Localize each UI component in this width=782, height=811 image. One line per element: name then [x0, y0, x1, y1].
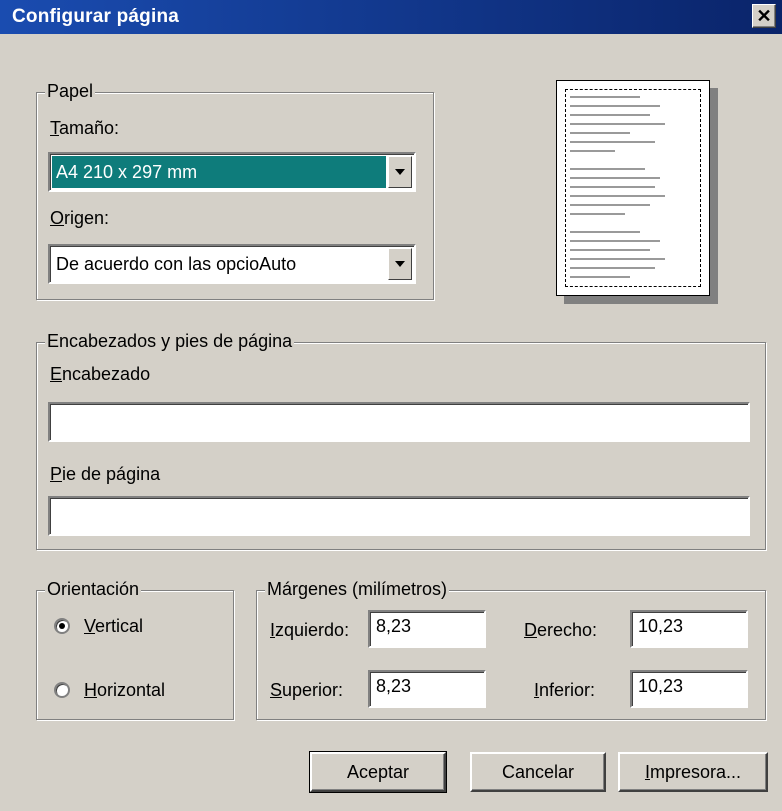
headers-legend: Encabezados y pies de página: [45, 331, 295, 352]
chevron-down-icon: [395, 169, 405, 175]
margins-legend: Márgenes (milímetros): [265, 579, 450, 600]
radio-selected-dot: [59, 623, 65, 629]
orientation-legend: Orientación: [45, 579, 142, 600]
ok-button[interactable]: Aceptar: [309, 751, 447, 793]
preview-text-line: [570, 195, 665, 197]
top-margin-input[interactable]: 8,23: [368, 670, 486, 708]
paper-source-select[interactable]: De acuerdo con las opcioAuto: [48, 244, 416, 284]
paper-legend: Papel: [45, 81, 96, 102]
preview-text-line: [570, 141, 655, 143]
preview-text-line: [570, 186, 655, 188]
paper-source-value: De acuerdo con las opcioAuto: [56, 254, 297, 274]
preview-text-line: [570, 276, 630, 278]
preview-text-line: [570, 213, 625, 215]
paper-size-value: A4 210 x 297 mm: [52, 156, 386, 188]
printer-button[interactable]: Impresora...: [618, 752, 768, 792]
page-preview: [556, 80, 710, 296]
right-margin-input[interactable]: 10,23: [630, 610, 748, 648]
right-margin-label: Derecho:: [524, 620, 598, 640]
preview-text-line: [570, 123, 665, 125]
preview-text-line: [570, 258, 665, 260]
horizontal-label[interactable]: Horizontal: [84, 680, 165, 701]
left-margin-label: Izquierdo:: [270, 620, 350, 640]
paper-source-dropdown-button[interactable]: [388, 248, 412, 280]
preview-text-line: [570, 96, 640, 98]
source-label: Origen:: [50, 208, 110, 228]
preview-text-line: [570, 231, 640, 233]
footer-label: Pie de página: [50, 464, 161, 484]
preview-text-line: [570, 114, 650, 116]
printer-button-label: Impresora...: [644, 761, 742, 782]
preview-text-line: [570, 150, 615, 152]
close-icon: ✕: [756, 6, 772, 26]
preview-text-line: [570, 267, 655, 269]
vertical-radio[interactable]: [54, 618, 70, 634]
paper-size-select[interactable]: A4 210 x 297 mm: [48, 152, 416, 192]
preview-text-line: [570, 177, 660, 179]
horizontal-radio[interactable]: [54, 682, 70, 698]
preview-text-line: [570, 105, 660, 107]
window-title: Configurar página: [12, 6, 180, 27]
preview-text-line: [570, 168, 645, 170]
top-margin-label: Superior:: [270, 680, 344, 700]
header-input[interactable]: [48, 402, 750, 442]
vertical-label[interactable]: Vertical: [84, 616, 143, 637]
preview-text-line: [570, 132, 630, 134]
preview-margins: [565, 89, 701, 287]
paper-size-dropdown-button[interactable]: [388, 156, 412, 188]
title-bar: Configurar página ✕: [0, 0, 782, 34]
header-label: Encabezado: [50, 364, 151, 384]
bottom-margin-label: Inferior:: [534, 680, 596, 700]
bottom-margin-input[interactable]: 10,23: [630, 670, 748, 708]
footer-input[interactable]: [48, 496, 750, 536]
chevron-down-icon: [395, 261, 405, 267]
size-label: Tamaño:: [50, 118, 120, 138]
preview-text-line: [570, 240, 660, 242]
cancel-button[interactable]: Cancelar: [470, 752, 606, 792]
left-margin-input[interactable]: 8,23: [368, 610, 486, 648]
preview-text-line: [570, 249, 650, 251]
preview-text-line: [570, 204, 650, 206]
close-button[interactable]: ✕: [752, 4, 776, 28]
